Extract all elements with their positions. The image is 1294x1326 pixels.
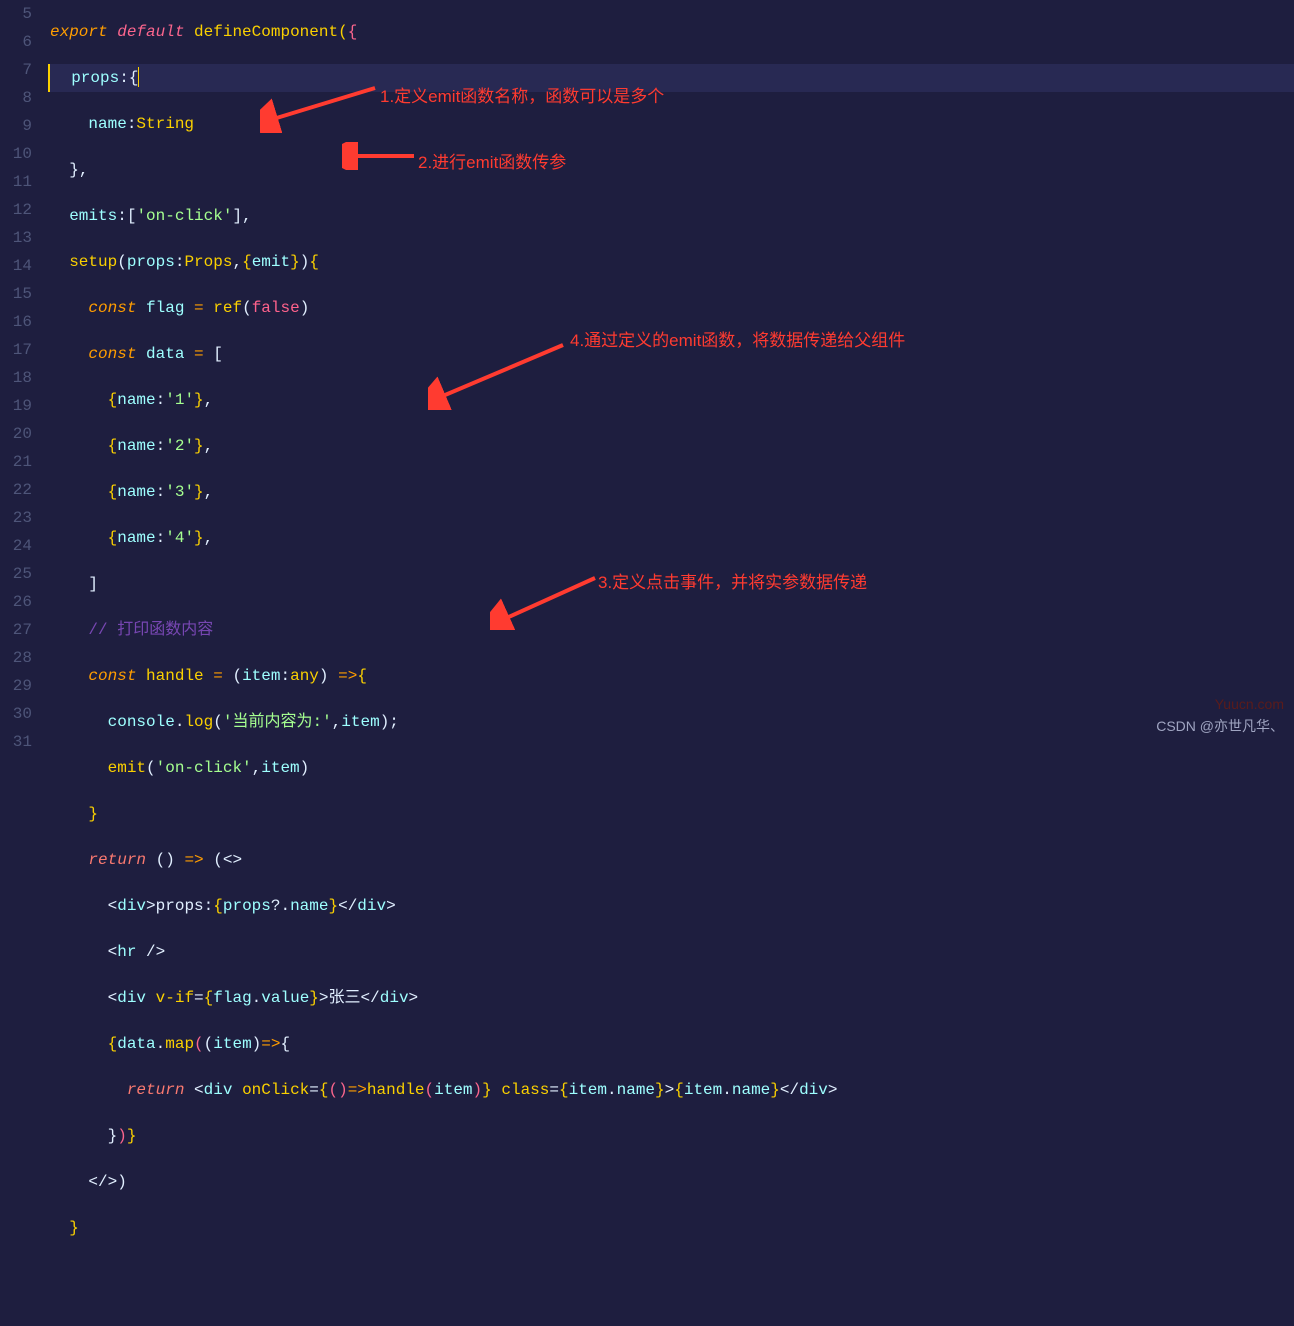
- code-line: {name:'1'},: [50, 386, 1294, 414]
- code-line: })}: [50, 1122, 1294, 1150]
- code-line: props:{: [48, 64, 1294, 92]
- code-area[interactable]: export default defineComponent({ props:{…: [50, 0, 1294, 754]
- code-line: {name:'2'},: [50, 432, 1294, 460]
- code-line: <div>props:{props?.name}</div>: [50, 892, 1294, 920]
- line-number-gutter: 5 6 7 8 9 10 11 12 13 14 15 16 17 18 19 …: [0, 0, 50, 754]
- code-line: export default defineComponent({: [50, 18, 1294, 46]
- code-line: // 打印函数内容: [50, 616, 1294, 644]
- watermark-site: Yuucn.com: [1215, 696, 1284, 712]
- code-line: const data = [: [50, 340, 1294, 368]
- code-line: }: [50, 800, 1294, 828]
- code-line: const handle = (item:any) =>{: [50, 662, 1294, 690]
- code-line: name:String: [50, 110, 1294, 138]
- code-line: return <div onClick={()=>handle(item)} c…: [50, 1076, 1294, 1104]
- code-line: emit('on-click',item): [50, 754, 1294, 782]
- code-line: ]: [50, 570, 1294, 598]
- code-line: <hr />: [50, 938, 1294, 966]
- code-line: <div v-if={flag.value}>张三</div>: [50, 984, 1294, 1012]
- code-line: setup(props:Props,{emit}){: [50, 248, 1294, 276]
- code-line: return () => (<>: [50, 846, 1294, 874]
- watermark-csdn: CSDN @亦世凡华、: [1156, 716, 1284, 736]
- code-line: }: [50, 1214, 1294, 1242]
- code-line: {name:'3'},: [50, 478, 1294, 506]
- code-line: {data.map((item)=>{: [50, 1030, 1294, 1058]
- text-cursor: [138, 67, 139, 87]
- code-line: emits:['on-click'],: [50, 202, 1294, 230]
- code-line: </>): [50, 1168, 1294, 1196]
- code-line: const flag = ref(false): [50, 294, 1294, 322]
- code-line: console.log('当前内容为:',item);: [50, 708, 1294, 736]
- code-line: {name:'4'},: [50, 524, 1294, 552]
- code-editor[interactable]: 5 6 7 8 9 10 11 12 13 14 15 16 17 18 19 …: [0, 0, 1294, 754]
- code-line: },: [50, 156, 1294, 184]
